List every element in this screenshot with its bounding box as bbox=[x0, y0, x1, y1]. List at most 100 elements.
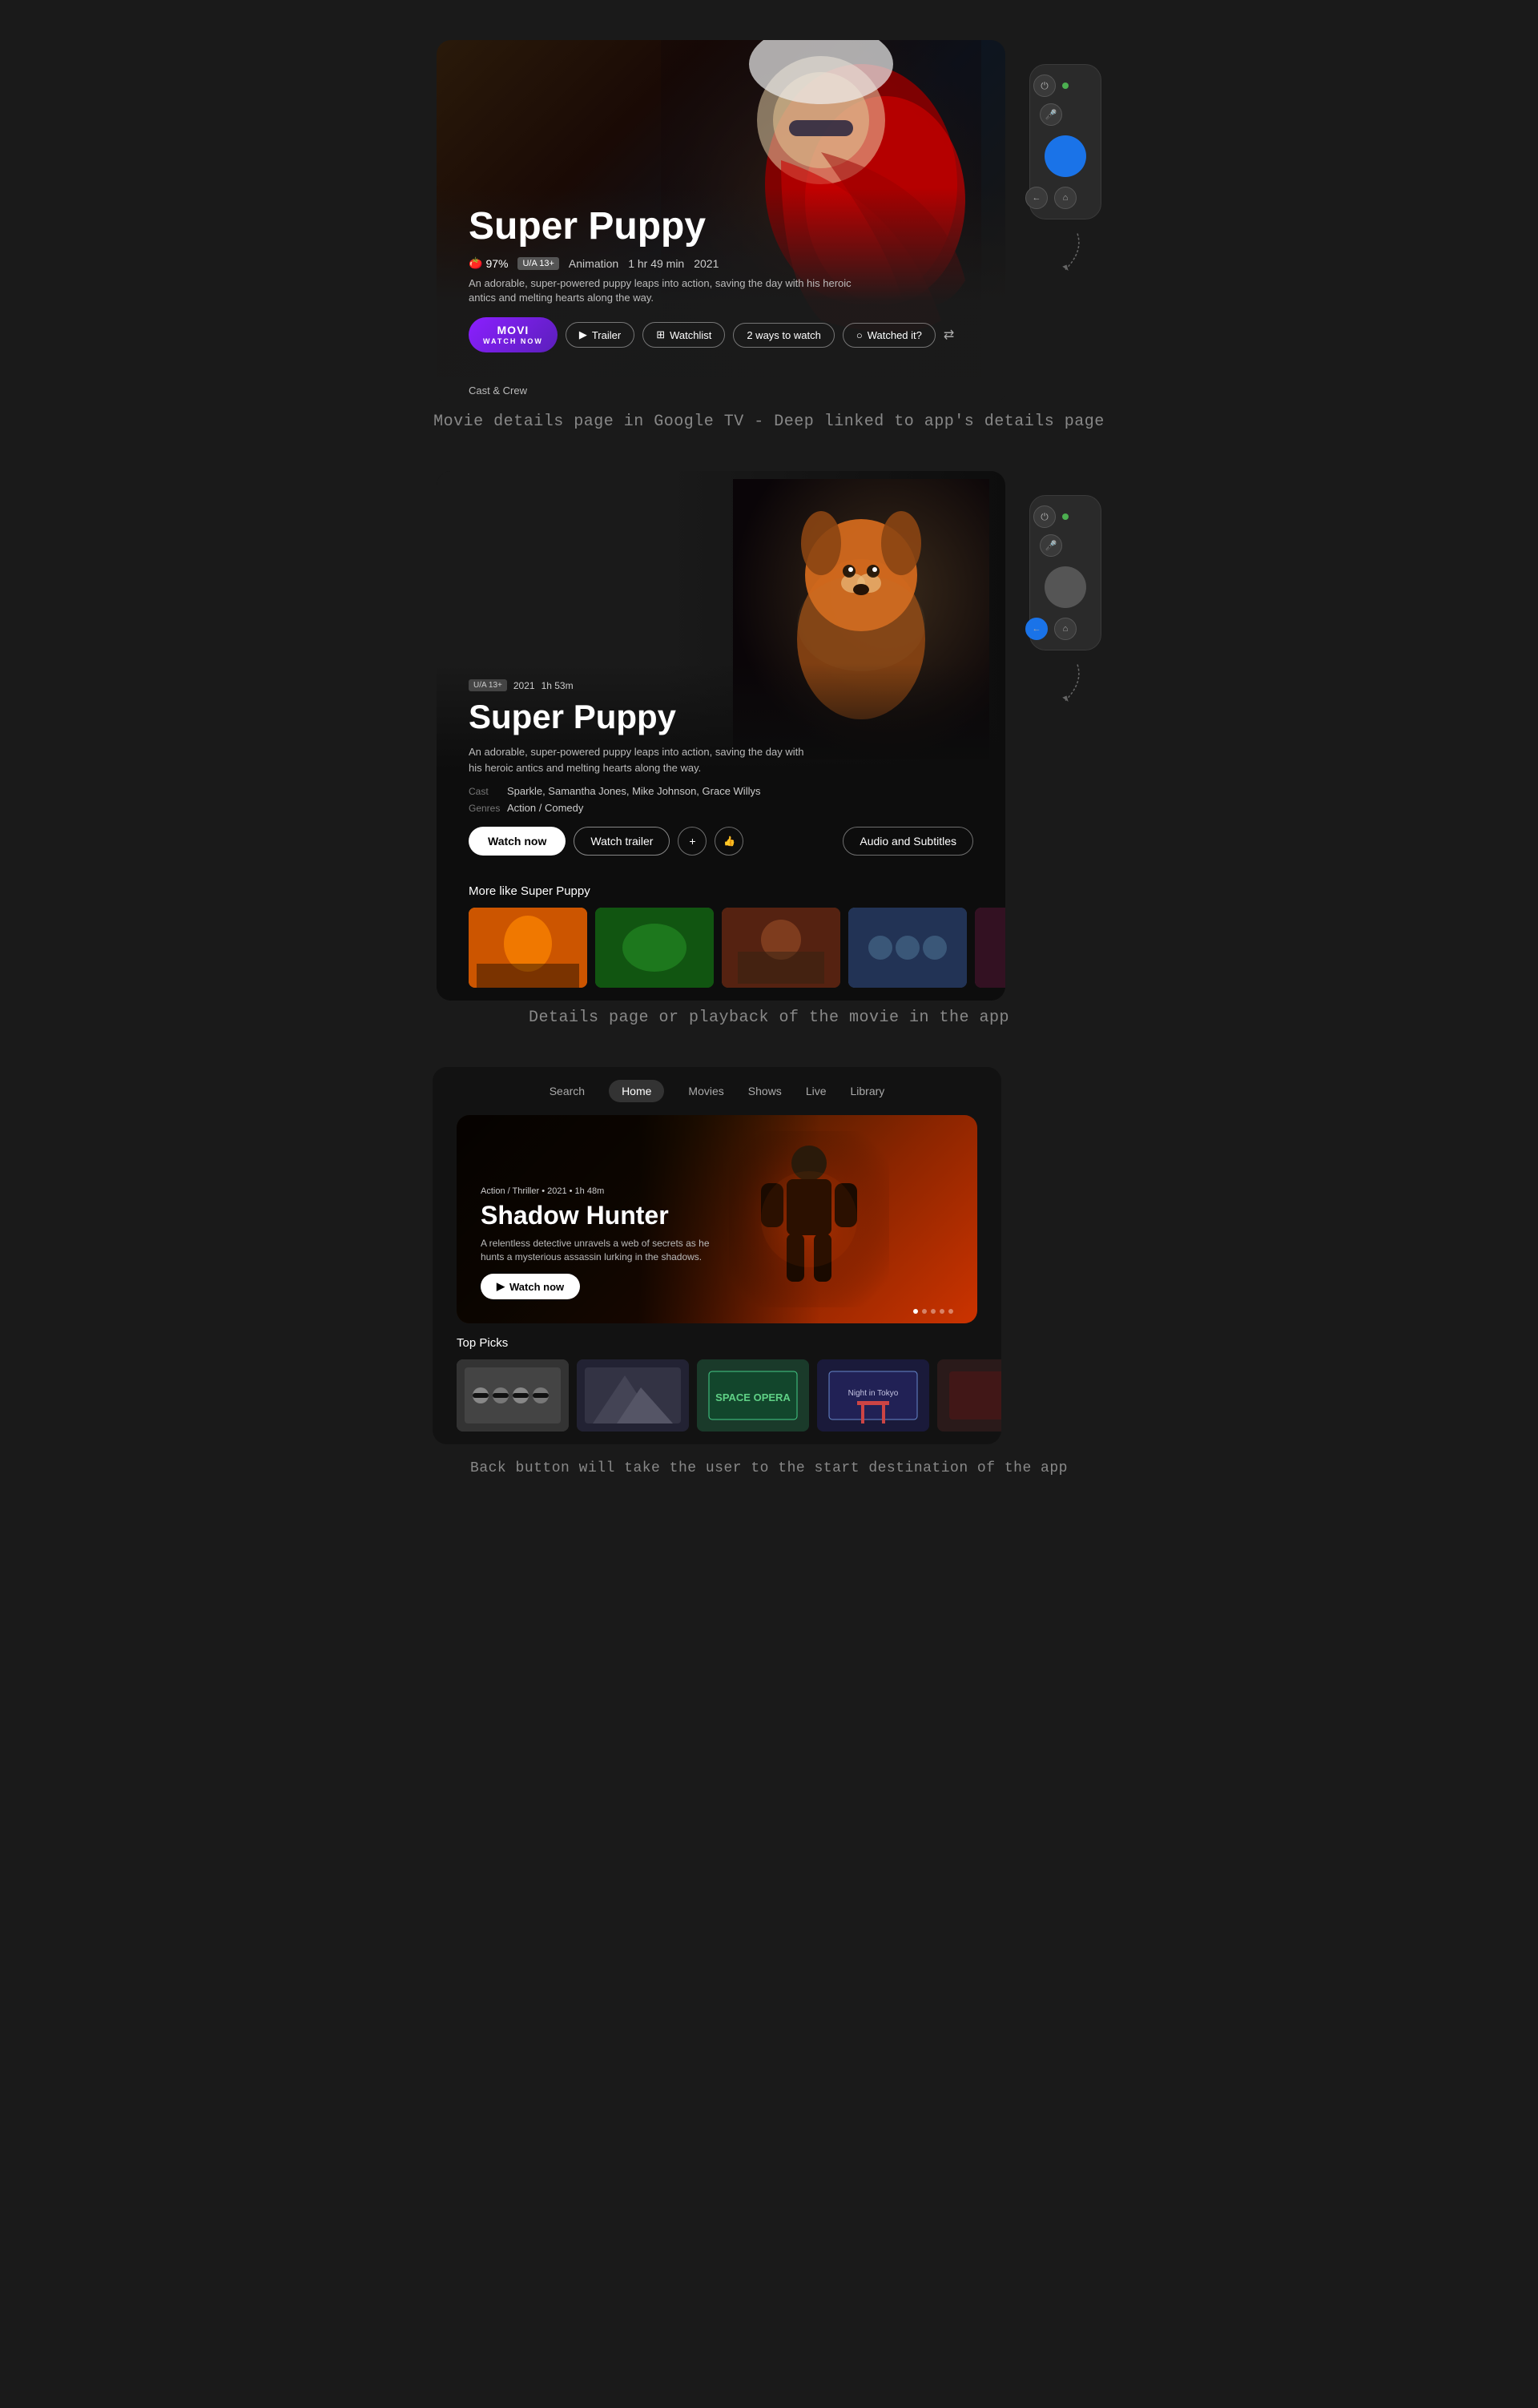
add-to-list-button[interactable]: + bbox=[678, 827, 707, 856]
movi-watch-button[interactable]: MOVI WATCH NOW bbox=[469, 317, 558, 352]
remote2-power-button[interactable]: ⏻ bbox=[1033, 505, 1056, 528]
pick-thumb-5[interactable]: ON bbox=[937, 1359, 1001, 1432]
remote2-status-dot bbox=[1062, 513, 1069, 520]
hero-featured: Action / Thriller • 2021 • 1h 48m Shadow… bbox=[457, 1115, 977, 1323]
play-icon-featured: ▶ bbox=[497, 1280, 505, 1293]
cast-crew-link[interactable]: Cast & Crew bbox=[437, 377, 1005, 405]
trailer-label: Trailer bbox=[592, 329, 621, 341]
nav-movies[interactable]: Movies bbox=[688, 1085, 723, 1097]
remote2-area: ⏻ 🎤 ← ⌂ bbox=[1029, 471, 1101, 707]
featured-content: Action / Thriller • 2021 • 1h 48m Shadow… bbox=[481, 1186, 721, 1299]
tomato-score: 🍅 97% bbox=[469, 256, 508, 270]
featured-figure bbox=[689, 1115, 929, 1323]
dot-1[interactable] bbox=[913, 1309, 918, 1314]
remote2-center-button[interactable] bbox=[1045, 566, 1086, 608]
featured-title: Shadow Hunter bbox=[481, 1201, 721, 1230]
remote2-home-button[interactable]: ⌂ bbox=[1054, 618, 1077, 640]
watch-trailer-button[interactable]: Watch trailer bbox=[574, 827, 670, 856]
arrow-connector-2 bbox=[1033, 658, 1097, 707]
arrow-connector-1 bbox=[1033, 228, 1097, 276]
nav-bar: Search Home Movies Shows Live Library bbox=[433, 1067, 1001, 1115]
remote1-status-dot bbox=[1062, 83, 1069, 89]
remote1-mic-button[interactable]: 🎤 bbox=[1040, 103, 1062, 126]
rating-badge-1: U/A 13+ bbox=[517, 257, 558, 270]
picks-row: SPACE OPERA Night in Tokyo bbox=[457, 1359, 977, 1432]
share-button[interactable]: ⇄ bbox=[944, 327, 954, 343]
top-picks-title: Top Picks bbox=[457, 1336, 977, 1350]
nav-search[interactable]: Search bbox=[550, 1085, 585, 1097]
movie-title-2: Super Puppy bbox=[469, 698, 973, 736]
remote1-back-button[interactable]: ← bbox=[1025, 187, 1048, 209]
genres-row: Genres Action / Comedy bbox=[469, 802, 973, 814]
back-icon: ← bbox=[1033, 193, 1041, 203]
remote2-back-button[interactable]: ← bbox=[1025, 618, 1048, 640]
play-icon-trailer: ▶ bbox=[579, 328, 587, 341]
genres-label: Genres bbox=[469, 803, 501, 814]
remote1: ⏻ 🎤 ← ⌂ bbox=[1029, 64, 1101, 219]
nav-shows[interactable]: Shows bbox=[748, 1085, 782, 1097]
screen2-card: U/A 13+ 2021 1h 53m Super Puppy An adora… bbox=[437, 471, 1005, 1001]
screen1-card: Super Puppy 🍅 97% U/A 13+ Animation 1 hr… bbox=[437, 40, 1005, 405]
watchlist-label: Watchlist bbox=[670, 329, 711, 341]
remote1-blank2 bbox=[1069, 103, 1091, 126]
featured-watch-label: Watch now bbox=[509, 1281, 564, 1293]
remote2-blank2 bbox=[1069, 534, 1091, 557]
remote2-mic-button[interactable]: 🎤 bbox=[1040, 534, 1062, 557]
nav-home[interactable]: Home bbox=[609, 1080, 664, 1102]
watchlist-button[interactable]: ⊞ Watchlist bbox=[642, 322, 725, 348]
mic-icon-2: 🎤 bbox=[1045, 540, 1057, 551]
thumbnail-1[interactable] bbox=[469, 908, 587, 988]
thumbnail-5[interactable]: F bbox=[975, 908, 1005, 988]
more-like-section: More like Super Puppy bbox=[437, 872, 1005, 1001]
thumbnail-3[interactable] bbox=[722, 908, 840, 988]
nav-live[interactable]: Live bbox=[806, 1085, 827, 1097]
pick-thumb-2[interactable] bbox=[577, 1359, 689, 1432]
cast-row: Cast Sparkle, Samantha Jones, Mike Johns… bbox=[469, 785, 973, 797]
nav-library[interactable]: Library bbox=[851, 1085, 885, 1097]
rating-badge-2: U/A 13+ bbox=[469, 679, 507, 691]
remote1-blank3 bbox=[1083, 187, 1105, 209]
caption3-the: the bbox=[778, 1460, 805, 1476]
dot-4[interactable] bbox=[940, 1309, 944, 1314]
caption2: Details page or playback of the movie in… bbox=[0, 1001, 1538, 1043]
featured-watch-button[interactable]: ▶ Watch now bbox=[481, 1274, 580, 1299]
thumbnail-2[interactable] bbox=[595, 908, 714, 988]
pick-thumb-4[interactable]: Night in Tokyo bbox=[817, 1359, 929, 1432]
hero-bg-2: U/A 13+ 2021 1h 53m Super Puppy An adora… bbox=[437, 471, 1005, 872]
featured-desc: A relentless detective unravels a web of… bbox=[481, 1237, 721, 1264]
hero-content-2: U/A 13+ 2021 1h 53m Super Puppy An adora… bbox=[437, 663, 1005, 872]
ways-to-watch-button[interactable]: 2 ways to watch bbox=[733, 323, 835, 348]
featured-genre: Action / Thriller • 2021 • 1h 48m bbox=[481, 1186, 721, 1196]
mic-icon: 🎤 bbox=[1045, 109, 1057, 120]
pick-thumb-3[interactable]: SPACE OPERA bbox=[697, 1359, 809, 1432]
action-row-1: MOVI WATCH NOW ▶ Trailer ⊞ Watchlist 2 bbox=[469, 317, 973, 352]
screen3-card: Search Home Movies Shows Live Library bbox=[433, 1067, 1001, 1444]
movie-desc-1: An adorable, super-powered puppy leaps i… bbox=[469, 276, 869, 305]
duration-badge-2: 1h 53m bbox=[542, 680, 574, 691]
badges-row-2: U/A 13+ 2021 1h 53m bbox=[469, 679, 973, 691]
remote1-power-button[interactable]: ⏻ bbox=[1033, 74, 1056, 97]
watched-it-button[interactable]: ○ Watched it? bbox=[843, 323, 936, 348]
power-icon: ⏻ bbox=[1041, 80, 1049, 92]
duration-text: 1 hr 49 min bbox=[628, 257, 684, 270]
share-icon: ⇄ bbox=[944, 328, 954, 342]
pick-thumb-1[interactable] bbox=[457, 1359, 569, 1432]
remote1-home-button[interactable]: ⌂ bbox=[1054, 187, 1077, 209]
remote2-blank3 bbox=[1083, 618, 1105, 640]
back-icon-2: ← bbox=[1033, 624, 1041, 634]
hero-bg-1: Super Puppy 🍅 97% U/A 13+ Animation 1 hr… bbox=[437, 40, 1005, 377]
like-button[interactable]: 👍 bbox=[715, 827, 743, 856]
watch-now-button[interactable]: Watch now bbox=[469, 827, 566, 856]
trailer-button[interactable]: ▶ Trailer bbox=[566, 322, 634, 348]
home-icon-2: ⌂ bbox=[1063, 624, 1069, 634]
watched-it-label: Watched it? bbox=[868, 329, 922, 341]
remote1-center-button[interactable] bbox=[1045, 135, 1086, 177]
fighter-illustration bbox=[729, 1131, 889, 1307]
caption3-dest2: destination of bbox=[868, 1460, 995, 1476]
dot-3[interactable] bbox=[931, 1309, 936, 1314]
thumbnail-4[interactable] bbox=[848, 908, 967, 988]
dot-2[interactable] bbox=[922, 1309, 927, 1314]
year-text: 2021 bbox=[694, 257, 719, 270]
dot-5[interactable] bbox=[948, 1309, 953, 1314]
audio-subtitles-button[interactable]: Audio and Subtitles bbox=[843, 827, 973, 856]
